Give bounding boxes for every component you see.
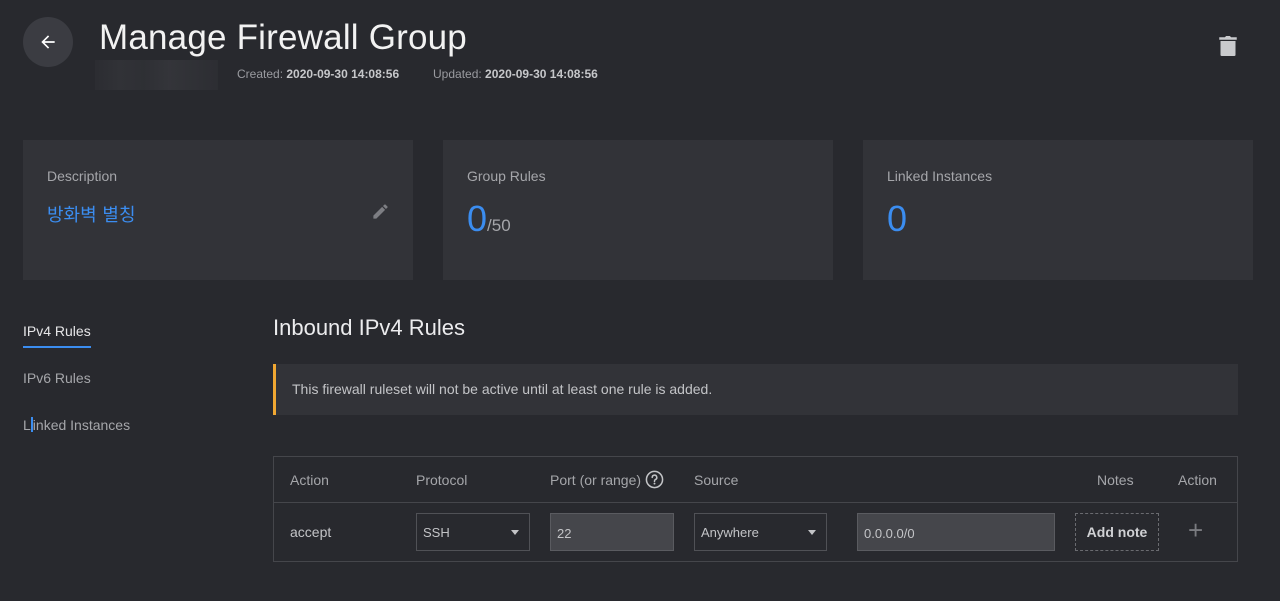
- dropdown-arrow-icon: [808, 530, 816, 535]
- tab-ipv4-rules[interactable]: IPv4 Rules: [23, 323, 91, 348]
- header-protocol: Protocol: [416, 472, 468, 488]
- port-input[interactable]: 22: [550, 513, 674, 551]
- created-timestamp: Created: 2020-09-30 14:08:56: [237, 67, 400, 81]
- page-title: Manage Firewall Group: [99, 18, 467, 57]
- delete-button[interactable]: [1216, 34, 1240, 58]
- section-title: Inbound IPv4 Rules: [273, 315, 466, 340]
- group-rules-count: 0/50: [467, 198, 511, 239]
- header-action: Action: [290, 472, 329, 488]
- edit-description-button[interactable]: [371, 202, 391, 222]
- description-label: Description: [47, 168, 118, 184]
- blurred-group-id: [95, 60, 218, 90]
- rule-action: accept: [290, 524, 332, 540]
- arrow-left-icon: [41, 35, 55, 49]
- updated-timestamp: Updated: 2020-09-30 14:08:56: [433, 67, 598, 81]
- protocol-select[interactable]: SSH: [416, 513, 530, 551]
- pencil-icon: [373, 204, 388, 219]
- header-action-right: Action: [1178, 472, 1217, 488]
- tab-linked-instances[interactable]: Linked Instances: [23, 417, 130, 433]
- warning-notice: This firewall ruleset will not be active…: [273, 364, 1238, 415]
- linked-instances-count: 0: [887, 198, 908, 239]
- header-notes: Notes: [1097, 472, 1134, 488]
- trash-icon: [1219, 36, 1237, 56]
- group-rules-card: Group Rules 0/50: [443, 140, 833, 280]
- group-rules-label: Group Rules: [467, 168, 546, 184]
- add-rule-button[interactable]: +: [1188, 517, 1203, 543]
- header-source: Source: [694, 472, 739, 488]
- source-select[interactable]: Anywhere: [694, 513, 827, 551]
- linked-instances-label: Linked Instances: [887, 168, 993, 184]
- cidr-input[interactable]: 0.0.0.0/0: [857, 513, 1055, 551]
- description-value: 방화벽 별칭: [47, 205, 136, 226]
- dropdown-arrow-icon: [511, 530, 519, 535]
- back-button[interactable]: [23, 17, 73, 67]
- help-circle-icon[interactable]: [645, 470, 664, 489]
- header-port: Port (or range): [550, 470, 664, 489]
- description-card: Description 방화벽 별칭: [23, 140, 413, 280]
- tab-ipv6-rules[interactable]: IPv6 Rules: [23, 370, 91, 386]
- rules-table: Action Protocol Port (or range) Source N…: [273, 456, 1238, 562]
- add-note-button[interactable]: Add note: [1075, 513, 1159, 551]
- linked-instances-card: Linked Instances 0: [863, 140, 1253, 280]
- table-divider: [274, 502, 1237, 503]
